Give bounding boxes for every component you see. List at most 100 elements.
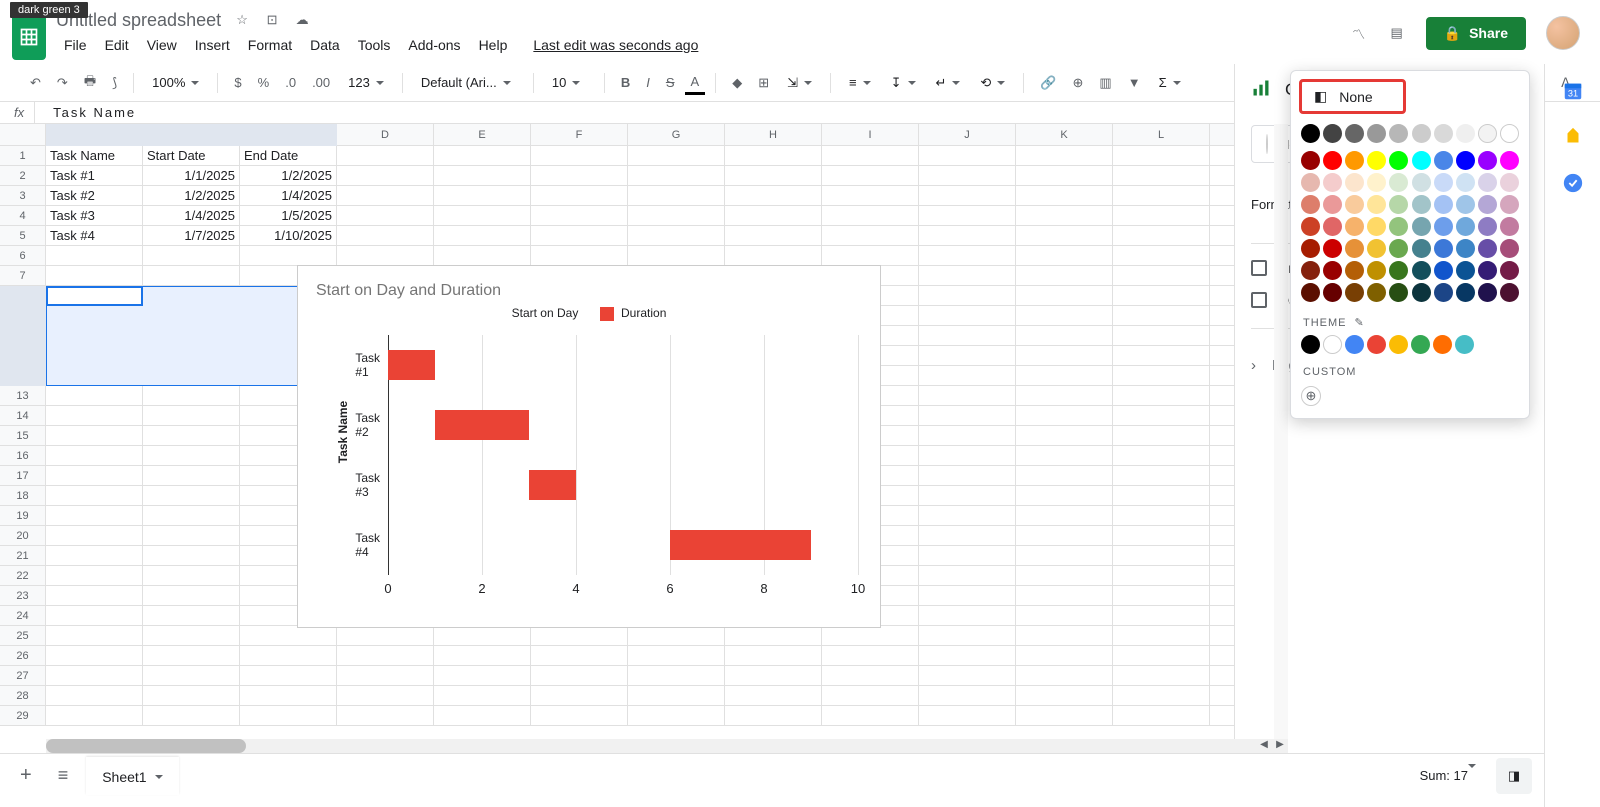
color-swatch[interactable] (1323, 173, 1342, 192)
cell[interactable] (1113, 246, 1210, 265)
cell[interactable] (822, 646, 919, 665)
color-swatch[interactable] (1301, 217, 1320, 236)
cell[interactable] (919, 466, 1016, 485)
cell[interactable] (919, 706, 1016, 725)
cell[interactable] (628, 626, 725, 645)
undo-icon[interactable]: ↶ (24, 71, 47, 95)
wrap-icon[interactable]: ↵ (928, 71, 969, 95)
cell[interactable]: 1/4/2025 (240, 186, 337, 205)
color-swatch[interactable] (1412, 239, 1431, 258)
cell[interactable] (1113, 446, 1210, 465)
color-swatch[interactable] (1367, 151, 1386, 170)
borders-icon[interactable]: ⊞ (752, 71, 775, 95)
row-header[interactable]: 27 (0, 666, 46, 685)
cell[interactable]: 1/2/2025 (143, 186, 240, 205)
trend-icon[interactable]: 〽 (1350, 24, 1368, 42)
color-swatch[interactable] (1345, 283, 1364, 302)
share-button[interactable]: 🔒 Share (1426, 17, 1526, 50)
row-header[interactable]: 3 (0, 186, 46, 205)
cell[interactable] (337, 686, 434, 705)
cell[interactable]: Task #2 (46, 186, 143, 205)
cell[interactable] (143, 546, 240, 565)
cell[interactable] (143, 266, 240, 285)
cell[interactable] (822, 186, 919, 205)
cell[interactable] (919, 166, 1016, 185)
cell[interactable] (628, 686, 725, 705)
avatar[interactable] (1546, 16, 1580, 50)
cell[interactable] (46, 566, 143, 585)
color-swatch[interactable] (1301, 173, 1320, 192)
cell[interactable] (143, 566, 240, 585)
cell[interactable] (337, 206, 434, 225)
color-swatch[interactable] (1412, 261, 1431, 280)
cell[interactable] (46, 446, 143, 465)
valign-icon[interactable]: ↧ (883, 71, 924, 95)
cell[interactable] (337, 146, 434, 165)
cell[interactable]: 6 (143, 366, 240, 385)
dec-decrease-icon[interactable]: .0 (279, 71, 302, 94)
color-swatch[interactable] (1500, 195, 1519, 214)
color-swatch[interactable] (1301, 335, 1320, 354)
color-swatch[interactable] (1323, 195, 1342, 214)
cell[interactable] (1113, 306, 1210, 325)
cell[interactable] (1113, 666, 1210, 685)
col-E[interactable]: E (434, 124, 531, 145)
color-swatch[interactable] (1301, 283, 1320, 302)
cell[interactable] (46, 706, 143, 725)
cell[interactable] (919, 266, 1016, 285)
color-swatch[interactable] (1500, 151, 1519, 170)
cell[interactable] (628, 706, 725, 725)
col-L[interactable]: L (1113, 124, 1210, 145)
cell[interactable] (919, 426, 1016, 445)
cell[interactable] (1016, 366, 1113, 385)
row-header[interactable]: 29 (0, 706, 46, 725)
cell[interactable] (919, 506, 1016, 525)
color-swatch[interactable] (1345, 261, 1364, 280)
italic-icon[interactable]: I (640, 71, 656, 94)
sheets-logo-icon[interactable] (12, 14, 46, 60)
cell[interactable] (46, 526, 143, 545)
cell[interactable]: Task Name (46, 146, 143, 165)
bar-duration[interactable] (670, 530, 811, 560)
cell[interactable] (1113, 206, 1210, 225)
cell[interactable] (919, 326, 1016, 345)
color-swatch[interactable] (1500, 173, 1519, 192)
color-swatch[interactable] (1345, 195, 1364, 214)
cell[interactable] (1016, 526, 1113, 545)
font-size-select[interactable]: 10 (544, 71, 594, 94)
cell[interactable] (46, 506, 143, 525)
menu-format[interactable]: Format (240, 33, 300, 57)
row-header[interactable]: 13 (0, 386, 46, 405)
vertical-scrollbar[interactable] (1274, 124, 1288, 739)
rotate-icon[interactable]: ⟲ (972, 71, 1013, 95)
row-header[interactable]: 18 (0, 486, 46, 505)
color-swatch[interactable] (1389, 151, 1408, 170)
color-swatch[interactable] (1389, 195, 1408, 214)
cell[interactable] (143, 626, 240, 645)
cell[interactable] (1113, 166, 1210, 185)
bar-duration[interactable] (388, 350, 435, 380)
cell[interactable] (725, 206, 822, 225)
cell[interactable] (919, 146, 1016, 165)
color-swatch[interactable] (1345, 124, 1364, 143)
cell[interactable] (1113, 366, 1210, 385)
cell[interactable] (1113, 506, 1210, 525)
color-swatch[interactable] (1345, 151, 1364, 170)
cell[interactable] (725, 226, 822, 245)
cell[interactable] (143, 426, 240, 445)
cell[interactable] (337, 646, 434, 665)
cell[interactable] (1016, 186, 1113, 205)
color-swatch[interactable] (1323, 283, 1342, 302)
color-swatch[interactable] (1478, 124, 1497, 143)
color-swatch[interactable] (1301, 239, 1320, 258)
row-header[interactable]: 5 (0, 226, 46, 245)
cell[interactable] (822, 246, 919, 265)
color-swatch[interactable] (1456, 151, 1475, 170)
dec-increase-icon[interactable]: .00 (306, 71, 336, 94)
cell[interactable] (1016, 426, 1113, 445)
cell[interactable] (1113, 686, 1210, 705)
color-swatch[interactable] (1389, 124, 1408, 143)
cell[interactable] (1016, 686, 1113, 705)
cell[interactable] (1016, 506, 1113, 525)
bar-duration[interactable] (529, 470, 576, 500)
